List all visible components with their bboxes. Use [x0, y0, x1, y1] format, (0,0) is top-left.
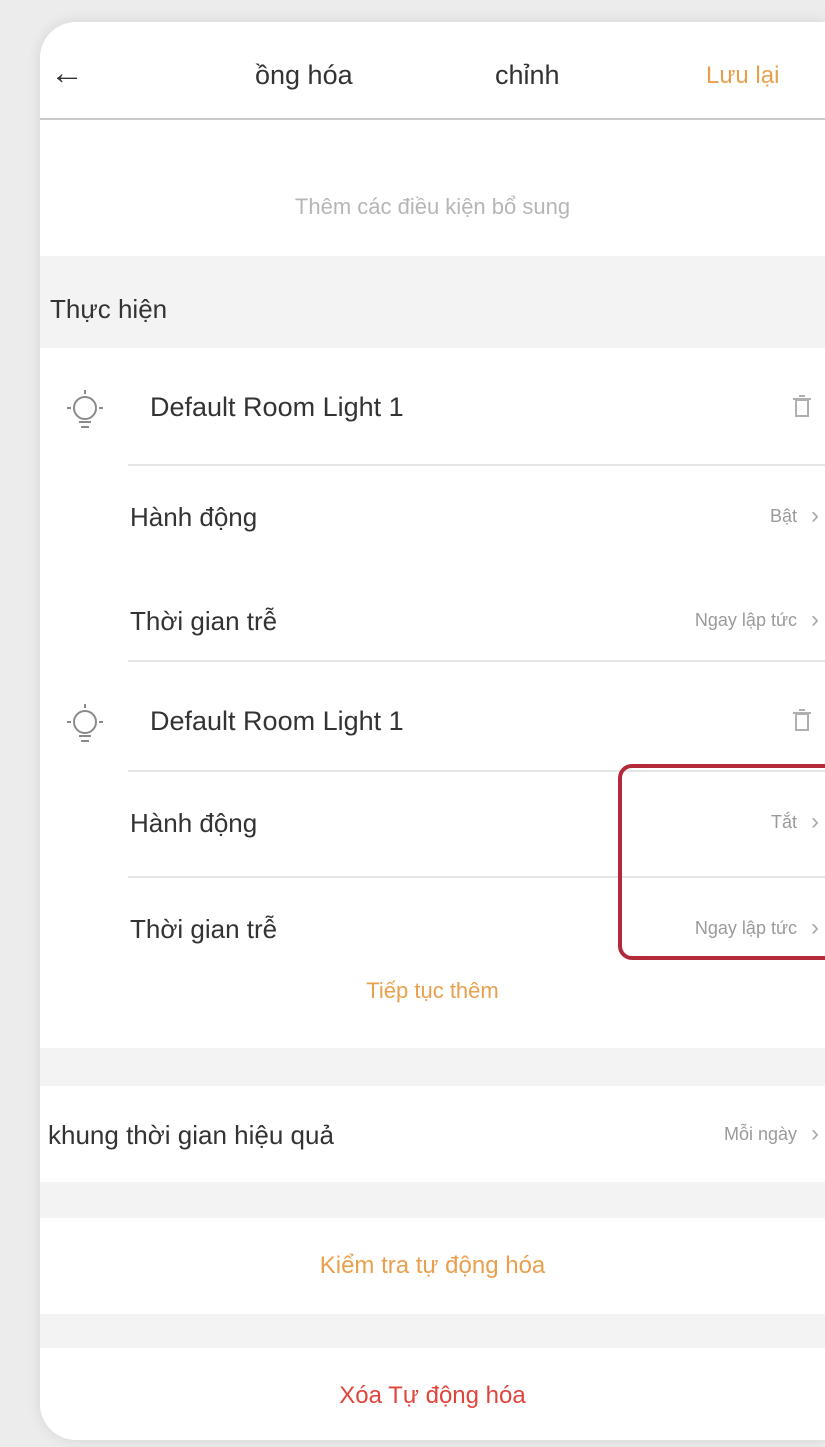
delete-automation-button[interactable]: Xóa Tự động hóa [40, 1348, 825, 1440]
continue-add-button[interactable]: Tiếp tục thêm [40, 978, 825, 1004]
back-arrow-icon[interactable]: ← [50, 54, 84, 93]
divider [128, 660, 825, 662]
actions-section-label: Thực hiện [50, 294, 168, 324]
save-button[interactable]: Lưu lại [706, 62, 779, 90]
trash-icon[interactable] [792, 394, 812, 423]
device-name: Default Room Light 1 [150, 706, 404, 736]
phone-screen: ← ồng hóa chỉnh Lưu lại Thêm các điều ki… [40, 22, 825, 1440]
bulb-icon [62, 388, 108, 439]
test-automation-button[interactable]: Kiểm tra tự động hóa [40, 1218, 825, 1314]
effective-time-value: Mỗi ngày [723, 1124, 797, 1144]
action-label: Hành động [130, 502, 258, 532]
device-row[interactable]: Default Room Light 1 [40, 356, 825, 456]
delay-label: Thời gian trễ [130, 914, 278, 944]
device-row[interactable]: Default Room Light 1 [40, 670, 825, 770]
delay-label: Thời gian trễ [130, 606, 278, 636]
chevron-right-icon: › [811, 1120, 819, 1147]
action-value: Bật [769, 506, 797, 526]
action-row[interactable]: Hành động Bật › [128, 464, 825, 572]
chevron-right-icon: › [811, 502, 819, 529]
effective-time-label: khung thời gian hiệu quả [48, 1120, 334, 1150]
effective-time-row[interactable]: khung thời gian hiệu quả Mỗi ngày › [40, 1086, 825, 1182]
chevron-right-icon: › [811, 606, 819, 633]
header-tab-edit[interactable]: chỉnh [495, 60, 560, 91]
add-condition-button[interactable]: Thêm các điều kiện bổ sung [40, 158, 825, 256]
delay-value: Ngay lập tức [694, 610, 797, 630]
header-tab-automation[interactable]: ồng hóa [255, 60, 353, 91]
highlight-box [618, 764, 825, 960]
bulb-icon [62, 702, 108, 753]
top-bar: ← ồng hóa chỉnh Lưu lại [40, 22, 825, 120]
action-label: Hành động [130, 808, 258, 838]
condition-strip [40, 120, 825, 158]
device-name: Default Room Light 1 [150, 392, 404, 422]
trash-icon[interactable] [792, 708, 812, 737]
